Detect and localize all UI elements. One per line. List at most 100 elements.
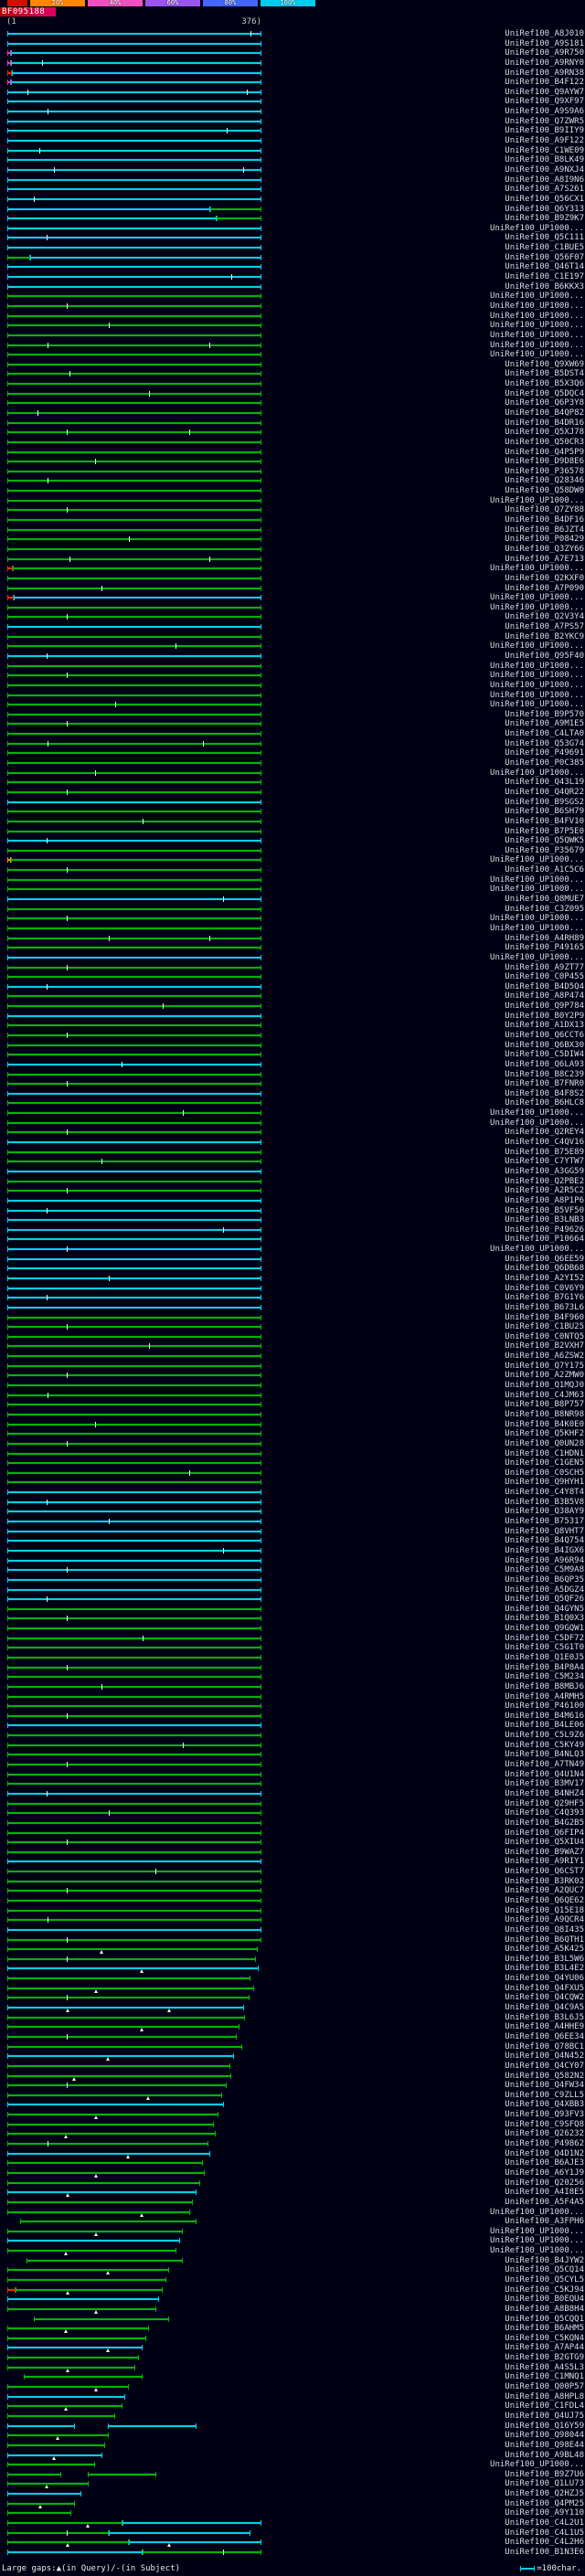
alignment-row[interactable]: UniRef100_C9SFQ8 (0, 2120, 585, 2130)
hit-accession-label[interactable]: UniRef100_C9SFQ8 (505, 2120, 584, 2129)
alignment-row[interactable]: UniRef100_UP1000... (0, 224, 585, 234)
hit-accession-label[interactable]: UniRef100_C3Z095 (505, 905, 584, 914)
alignment-bar[interactable] (7, 2326, 150, 2332)
alignment-row[interactable]: UniRef100_C1BU25 (0, 1322, 585, 1332)
hit-accession-label[interactable]: UniRef100_C7YTW7 (505, 1158, 584, 1166)
alignment-bar[interactable] (7, 1421, 261, 1427)
hit-accession-label[interactable]: UniRef100_Q5CQ14 (505, 2266, 584, 2274)
alignment-bar[interactable] (7, 886, 261, 893)
alignment-bar[interactable] (7, 332, 261, 338)
alignment-bar[interactable] (7, 1168, 261, 1174)
alignment-row[interactable]: UniRef100_UP1000... (0, 593, 585, 603)
alignment-bar[interactable] (7, 1333, 261, 1340)
alignment-bar[interactable] (7, 1781, 261, 1787)
hit-accession-label[interactable]: UniRef100_B6KKX3 (505, 282, 584, 292)
alignment-row[interactable]: UniRef100_B4F122 (0, 78, 585, 88)
alignment-row[interactable]: UniRef100_P49862 (0, 2139, 585, 2149)
alignment-row[interactable]: UniRef100_B0Y2P9 (0, 1012, 585, 1022)
hit-accession-label[interactable]: UniRef100_B7G1Y6 (505, 1294, 584, 1302)
alignment-bar[interactable] (7, 1557, 261, 1564)
alignment-row[interactable]: UniRef100_UP1000... (0, 564, 585, 574)
alignment-bar[interactable] (7, 1362, 261, 1369)
alignment-bar[interactable] (7, 1810, 261, 1817)
alignment-row[interactable]: UniRef100_UP1000... (0, 953, 585, 963)
alignment-bar[interactable] (7, 1392, 261, 1398)
alignment-row[interactable]: UniRef100_B4Q754 (0, 1536, 585, 1546)
alignment-row[interactable]: UniRef100_UP1000... (0, 671, 585, 681)
hit-accession-label[interactable]: UniRef100_C5DF72 (505, 1634, 584, 1643)
hit-accession-label[interactable]: UniRef100_A4I8E5 (505, 2189, 584, 2197)
alignment-row[interactable]: UniRef100_B9Z9K7 (0, 214, 585, 224)
alignment-bar[interactable] (7, 1936, 261, 1943)
alignment-bar[interactable] (7, 1674, 261, 1680)
alignment-row[interactable]: UniRef100_Q26232 (0, 2129, 585, 2139)
alignment-bar[interactable] (7, 2276, 166, 2283)
alignment-bar[interactable] (7, 2150, 210, 2157)
alignment-row[interactable]: UniRef100_Q582N2 (0, 2072, 585, 2082)
alignment-row[interactable]: UniRef100_B6AHM5 (0, 2324, 585, 2334)
alignment-bar[interactable] (7, 1061, 261, 1067)
alignment-row[interactable]: UniRef100_A8B8H4 (0, 2305, 585, 2315)
hit-accession-label[interactable]: UniRef100_A8J010 (505, 30, 584, 38)
alignment-bar[interactable] (7, 614, 261, 620)
alignment-bar[interactable] (7, 1276, 261, 1281)
alignment-bar[interactable] (7, 1819, 261, 1826)
hit-accession-label[interactable]: UniRef100_B9Z9K7 (505, 215, 584, 223)
alignment-row[interactable]: UniRef100_Q2KXF0 (0, 574, 585, 584)
alignment-row[interactable]: UniRef100_Q2HZJ5 (0, 2489, 585, 2499)
hit-accession-label[interactable]: UniRef100_Q7Y175 (505, 1362, 584, 1371)
alignment-row[interactable]: UniRef100_B3MV17 (0, 1779, 585, 1789)
alignment-bar[interactable] (7, 1995, 250, 2001)
alignment-bar[interactable] (10, 80, 262, 86)
alignment-row[interactable]: UniRef100_B7P5E0 (0, 827, 585, 837)
alignment-bar[interactable] (7, 1762, 261, 1768)
hit-accession-label[interactable]: UniRef100_B7FNR0 (505, 1080, 584, 1088)
alignment-row[interactable]: UniRef100_A9QCR4 (0, 1915, 585, 1925)
alignment-row[interactable]: UniRef100_C4QV16 (0, 1138, 585, 1148)
hit-accession-label[interactable]: UniRef100_B9IIY9 (505, 127, 584, 135)
alignment-row[interactable]: UniRef100_Q00P57 (0, 2382, 585, 2392)
alignment-row[interactable]: UniRef100_UP1000... (0, 302, 585, 312)
alignment-bar[interactable] (7, 1469, 261, 1476)
alignment-row[interactable]: UniRef100_UP1000... (0, 914, 585, 924)
alignment-row[interactable]: UniRef100_Q1LU73 (0, 2479, 585, 2489)
hit-accession-label[interactable]: UniRef100_Q4UJ75 (505, 2412, 584, 2421)
hit-accession-label[interactable]: UniRef100_A9F122 (505, 137, 584, 145)
hit-accession-label[interactable]: UniRef100_B4F8S2 (505, 1089, 584, 1098)
hit-accession-label[interactable]: UniRef100_Q5QF26 (505, 1595, 584, 1604)
alignment-row[interactable]: UniRef100_C5KJ94 (0, 2285, 585, 2295)
hit-accession-label[interactable]: UniRef100_A4HHE9 (505, 2023, 584, 2031)
hit-accession-label[interactable]: UniRef100_B4P8A4 (505, 1663, 584, 1672)
alignment-bar[interactable] (7, 2072, 232, 2079)
alignment-bar[interactable] (7, 99, 261, 105)
alignment-row[interactable]: UniRef100_C1WE09 (0, 146, 585, 156)
alignment-row[interactable]: UniRef100_C1E197 (0, 272, 585, 282)
alignment-bar[interactable] (7, 2102, 224, 2108)
hit-accession-label[interactable]: UniRef100_B3RK02 (505, 1877, 584, 1886)
hit-accession-label[interactable]: UniRef100_UP1000... (490, 1118, 584, 1128)
hit-accession-label[interactable]: UniRef100_A7PS57 (505, 623, 584, 631)
hit-accession-label[interactable]: UniRef100_Q6CCT6 (505, 1031, 584, 1040)
alignment-bar[interactable] (7, 1567, 261, 1574)
alignment-bar[interactable] (7, 352, 261, 358)
alignment-bar[interactable] (7, 468, 261, 474)
alignment-row[interactable]: UniRef100_B4F960 (0, 1313, 585, 1323)
alignment-row[interactable]: UniRef100_UP1000... (0, 331, 585, 341)
alignment-bar[interactable] (7, 147, 261, 154)
alignment-bar[interactable] (7, 2062, 230, 2069)
hit-accession-label[interactable]: UniRef100_UP1000... (490, 2461, 584, 2469)
alignment-row[interactable]: UniRef100_Q7ZY88 (0, 505, 585, 515)
hit-accession-label[interactable]: UniRef100_B9P570 (505, 710, 584, 719)
hit-accession-label[interactable]: UniRef100_B5VF50 (505, 1206, 584, 1215)
hit-accession-label[interactable]: UniRef100_B75317 (505, 1518, 584, 1526)
hit-accession-label[interactable]: UniRef100_Q29HF5 (505, 1799, 584, 1808)
alignment-row[interactable]: UniRef100_Q5XIU4 (0, 1838, 585, 1848)
alignment-row[interactable]: UniRef100_C5DIW4 (0, 1050, 585, 1060)
hit-accession-label[interactable]: UniRef100_Q1E0J5 (505, 1653, 584, 1662)
alignment-row[interactable]: UniRef100_Q4PM25 (0, 2499, 585, 2509)
alignment-row[interactable]: UniRef100_C1FDL4 (0, 2401, 585, 2412)
alignment-row[interactable]: UniRef100_Q4QR22 (0, 788, 585, 798)
alignment-row[interactable]: UniRef100_Q4UJ75 (0, 2412, 585, 2422)
alignment-bar[interactable] (7, 1917, 261, 1924)
hit-accession-label[interactable]: UniRef100_UP1000... (490, 341, 584, 350)
